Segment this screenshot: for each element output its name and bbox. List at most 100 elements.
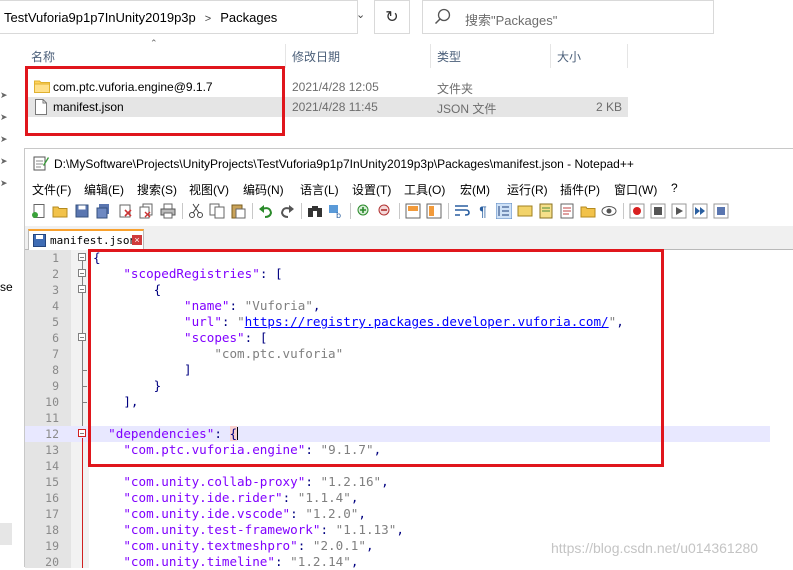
code-line: 5 "url": "https://registry.packages.deve… — [25, 314, 770, 330]
code-editor[interactable]: 1{ 2 "scopedRegistries": [ 3 { 4 "name":… — [25, 250, 793, 569]
column-header-type[interactable]: 类型 — [437, 48, 461, 65]
close-file-icon[interactable] — [117, 203, 133, 219]
column-divider[interactable] — [430, 44, 431, 68]
line-number: 10 — [45, 395, 59, 409]
refresh-button[interactable]: ↻ — [374, 0, 410, 34]
sync-horizontal-icon[interactable] — [426, 203, 442, 219]
zoom-in-icon[interactable] — [356, 203, 372, 219]
column-header-size[interactable]: 大小 — [557, 48, 581, 65]
toolbar-separator — [448, 203, 449, 219]
copy-icon[interactable] — [209, 203, 225, 219]
menu-file[interactable]: 文件(F) — [32, 181, 71, 198]
menu-plugins[interactable]: 插件(P) — [560, 181, 600, 198]
fold-toggle-icon[interactable] — [78, 285, 86, 293]
zoom-out-icon[interactable] — [377, 203, 393, 219]
line-number: 15 — [45, 475, 59, 489]
menu-language[interactable]: 语言(L) — [300, 181, 339, 198]
word-wrap-icon[interactable] — [454, 203, 470, 219]
cut-icon[interactable] — [188, 203, 204, 219]
save-all-icon[interactable] — [95, 203, 111, 219]
function-list-icon[interactable] — [559, 203, 575, 219]
code-line: 3 { — [25, 282, 770, 298]
file-name: manifest.json — [53, 100, 124, 114]
column-divider[interactable] — [550, 44, 551, 68]
code-line: 14 — [25, 458, 770, 474]
save-macro-icon[interactable] — [713, 203, 729, 219]
print-icon[interactable] — [160, 203, 176, 219]
fold-line-active — [82, 438, 83, 568]
address-bar[interactable]: TestVuforia9p1p7InUnity2019p3p > Packages — [0, 0, 358, 34]
open-file-icon[interactable] — [52, 203, 68, 219]
stop-macro-icon[interactable] — [650, 203, 666, 219]
fold-toggle-icon[interactable] — [78, 269, 86, 277]
replace-icon[interactable]: b — [328, 203, 344, 219]
show-all-chars-icon[interactable]: ¶ — [475, 203, 491, 219]
line-number: 3 — [52, 283, 59, 297]
saved-file-icon — [33, 234, 46, 247]
find-icon[interactable] — [307, 203, 323, 219]
new-file-icon[interactable] — [31, 203, 47, 219]
sidebar-partial-label[interactable]: se — [0, 280, 13, 294]
fold-toggle-icon[interactable] — [78, 429, 86, 437]
line-number: 11 — [45, 411, 59, 425]
column-divider[interactable] — [627, 44, 628, 68]
line-number: 5 — [52, 315, 59, 329]
folder-as-workspace-icon[interactable] — [580, 203, 596, 219]
menu-run[interactable]: 运行(R) — [507, 181, 548, 198]
search-box[interactable]: 搜索"Packages" — [422, 0, 714, 34]
line-number: 8 — [52, 363, 59, 377]
file-row-manifest[interactable]: manifest.json 2021/4/28 11:45 JSON 文件 2 … — [28, 97, 628, 117]
play-macro-icon[interactable] — [671, 203, 687, 219]
folder-icon — [34, 80, 50, 93]
address-history-chevron-icon[interactable]: ⌄ — [356, 8, 365, 21]
pin-icon[interactable]: ➤ — [0, 90, 8, 101]
menu-search[interactable]: 搜索(S) — [137, 181, 177, 198]
undo-icon[interactable] — [258, 203, 274, 219]
menu-help[interactable]: ? — [671, 181, 678, 195]
code-line: 17 "com.unity.ide.vscode": "1.2.0", — [25, 506, 770, 522]
title-bar[interactable]: D:\MySoftware\Projects\UnityProjects\Tes… — [25, 149, 793, 179]
line-number: 19 — [45, 539, 59, 553]
file-row-folder[interactable]: com.ptc.vuforia.engine@9.1.7 2021/4/28 1… — [28, 77, 628, 97]
menu-edit[interactable]: 编辑(E) — [84, 181, 124, 198]
code-text: "com.unity.collab-proxy": "1.2.16", — [93, 474, 389, 489]
breadcrumb-item-project[interactable]: TestVuforia9p1p7InUnity2019p3p — [4, 10, 196, 25]
fold-toggle-icon[interactable] — [78, 253, 86, 261]
column-header-name[interactable]: 名称 — [31, 48, 55, 65]
monitoring-icon[interactable] — [601, 203, 617, 219]
menu-view[interactable]: 视图(V) — [189, 181, 229, 198]
registry-url-link[interactable]: https://registry.packages.developer.vufo… — [245, 314, 609, 329]
run-macro-multiple-icon[interactable] — [692, 203, 708, 219]
code-text: { — [93, 250, 101, 265]
explorer-scrollbar[interactable] — [0, 523, 12, 545]
pin-icon[interactable]: ➤ — [0, 112, 8, 123]
redo-icon[interactable] — [279, 203, 295, 219]
code-text: { — [93, 282, 162, 297]
line-number: 6 — [52, 331, 59, 345]
code-line: 18 "com.unity.test-framework": "1.1.13", — [25, 522, 770, 538]
pin-icon[interactable]: ➤ — [0, 156, 8, 167]
paste-icon[interactable] — [230, 203, 246, 219]
fold-toggle-icon[interactable] — [78, 333, 86, 341]
breadcrumb-item-packages[interactable]: Packages — [220, 10, 277, 25]
sync-vertical-icon[interactable] — [405, 203, 421, 219]
menu-settings[interactable]: 设置(T) — [352, 181, 391, 198]
pin-icon[interactable]: ➤ — [0, 134, 8, 145]
menu-tools[interactable]: 工具(O) — [404, 181, 445, 198]
indent-guide-icon[interactable] — [496, 203, 512, 219]
code-line: 11 — [25, 410, 770, 426]
pin-icon[interactable]: ➤ — [0, 178, 8, 189]
close-all-icon[interactable] — [138, 203, 154, 219]
tab-manifest-json[interactable]: manifest.json × — [28, 229, 144, 250]
column-header-date[interactable]: 修改日期 — [292, 48, 340, 65]
menu-encoding[interactable]: 编码(N) — [243, 181, 284, 198]
tab-close-icon[interactable]: × — [132, 235, 142, 245]
doc-map-icon[interactable] — [538, 203, 554, 219]
column-divider[interactable] — [285, 44, 286, 68]
save-icon[interactable] — [74, 203, 90, 219]
menu-window[interactable]: 窗口(W) — [614, 181, 657, 198]
fold-end-marker — [82, 386, 87, 387]
record-macro-icon[interactable] — [629, 203, 645, 219]
user-define-language-icon[interactable] — [517, 203, 533, 219]
menu-macro[interactable]: 宏(M) — [460, 181, 490, 198]
